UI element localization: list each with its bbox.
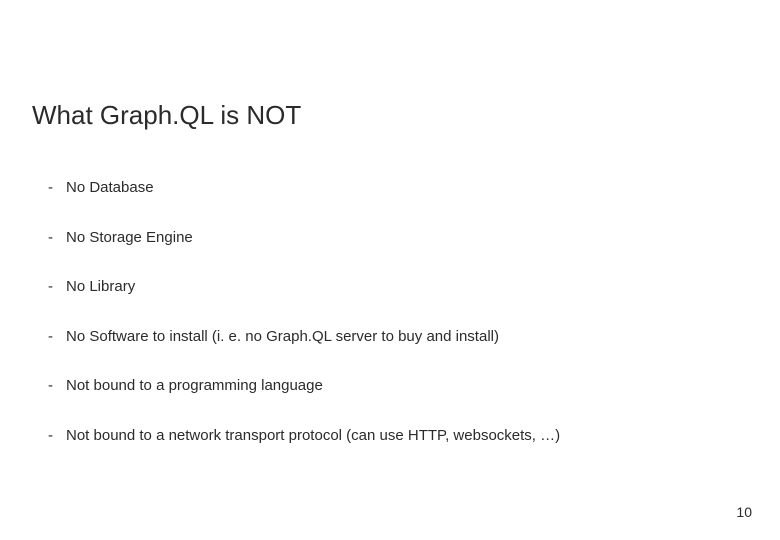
bullet-text: No Database	[66, 178, 154, 198]
bullet-text: Not bound to a programming language	[66, 376, 323, 396]
bullet-dash-icon: -	[48, 376, 66, 396]
slide-title: What Graph.QL is NOT	[32, 100, 301, 131]
bullet-text: Not bound to a network transport protoco…	[66, 426, 560, 446]
bullet-text: No Library	[66, 277, 135, 297]
bullet-dash-icon: -	[48, 327, 66, 347]
bullet-dash-icon: -	[48, 426, 66, 446]
list-item: - No Library	[48, 277, 728, 297]
list-item: - Not bound to a network transport proto…	[48, 426, 728, 446]
list-item: - No Database	[48, 178, 728, 198]
bullet-list: - No Database - No Storage Engine - No L…	[48, 178, 728, 475]
list-item: - No Storage Engine	[48, 228, 728, 248]
bullet-dash-icon: -	[48, 228, 66, 248]
list-item: - No Software to install (i. e. no Graph…	[48, 327, 728, 347]
bullet-dash-icon: -	[48, 277, 66, 297]
bullet-dash-icon: -	[48, 178, 66, 198]
bullet-text: No Storage Engine	[66, 228, 193, 248]
slide: What Graph.QL is NOT - No Database - No …	[0, 0, 780, 540]
bullet-text: No Software to install (i. e. no Graph.Q…	[66, 327, 499, 347]
list-item: - Not bound to a programming language	[48, 376, 728, 396]
page-number: 10	[736, 504, 752, 520]
